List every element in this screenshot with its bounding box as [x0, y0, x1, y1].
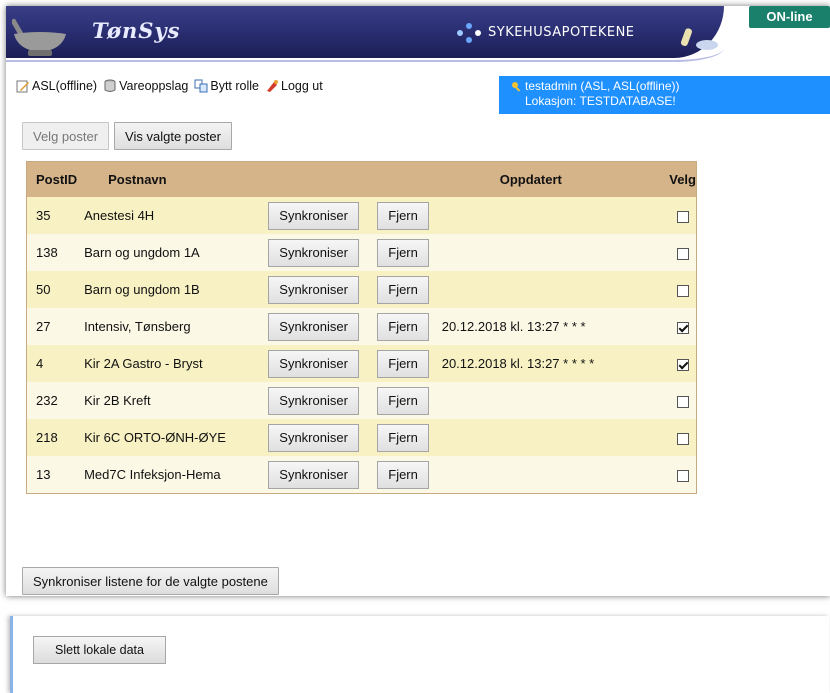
dots-logo-icon: [457, 23, 481, 43]
fjern-button[interactable]: Fjern: [377, 386, 429, 415]
updated-date: [442, 234, 670, 271]
col-velg: Velg: [669, 172, 696, 187]
menu-label: Logg ut: [281, 79, 323, 93]
post-id: 27: [36, 319, 51, 334]
key-icon: [512, 81, 521, 92]
synkroniser-button[interactable]: Synkroniser: [268, 238, 359, 267]
edit-note-icon: [16, 80, 29, 93]
synkroniser-button[interactable]: Synkroniser: [268, 312, 359, 341]
post-id: 232: [36, 393, 58, 408]
lower-panel: Slett lokale data: [10, 616, 829, 693]
col-postid: PostID: [36, 172, 78, 187]
pills-icon: [680, 28, 718, 50]
table-row: 50 Barn og ungdom 1B Synkroniser Fjern: [27, 271, 696, 308]
fjern-button[interactable]: Fjern: [377, 201, 429, 230]
synkroniser-button[interactable]: Synkroniser: [268, 275, 359, 304]
select-checkbox[interactable]: [676, 395, 689, 408]
fjern-button[interactable]: Fjern: [377, 312, 429, 341]
table-row: 218 Kir 6C ORTO-ØNH-ØYE Synkroniser Fjern: [27, 419, 696, 456]
post-id: 138: [36, 245, 58, 260]
mortar-pestle-icon: [12, 18, 66, 56]
header-banner: TønSys SYKEHUSAPOTEKENE: [6, 6, 724, 62]
database-icon: [104, 79, 116, 92]
app-logo: TønSys: [92, 18, 181, 43]
menu-label: Bytt rolle: [210, 79, 259, 93]
menu-asl-offline[interactable]: ASL(offline): [16, 79, 97, 93]
sync-selected-button[interactable]: Synkroniser listene for de valgte posten…: [22, 567, 279, 595]
post-id: 4: [36, 356, 44, 371]
synkroniser-button[interactable]: Synkroniser: [268, 201, 359, 230]
table-row: 4 Kir 2A Gastro - Bryst Synkroniser Fjern 20…: [27, 345, 696, 382]
location-line: Lokasjon: TESTDATABASE!: [525, 94, 676, 108]
table-row: 13 Med7C Infeksjon-Hema Synkroniser Fjern: [27, 456, 696, 493]
user-line: testadmin (ASL, ASL(offline)): [525, 79, 680, 93]
updated-date: [442, 271, 670, 308]
fjern-button[interactable]: Fjern: [377, 349, 429, 378]
updated-date: [442, 197, 670, 234]
fjern-button[interactable]: Fjern: [377, 460, 429, 489]
synkroniser-button[interactable]: Synkroniser: [268, 386, 359, 415]
synkroniser-button[interactable]: Synkroniser: [268, 423, 359, 452]
vis-valgte-poster-button[interactable]: Vis valgte poster: [114, 122, 232, 150]
menu-label: Vareoppslag: [119, 79, 189, 93]
menu-vareoppslag[interactable]: Vareoppslag: [103, 79, 188, 93]
menu-logg-ut[interactable]: Logg ut: [265, 79, 323, 93]
select-checkbox[interactable]: [676, 247, 689, 260]
select-checkbox[interactable]: [676, 469, 689, 482]
logout-icon: [267, 80, 278, 92]
switch-role-icon: [194, 79, 208, 93]
select-checkbox[interactable]: [676, 432, 689, 445]
post-name: Med7C Infeksjon-Hema: [84, 467, 221, 482]
delete-local-data-button[interactable]: Slett lokale data: [33, 636, 166, 664]
post-id: 50: [36, 282, 51, 297]
table-header-row: PostID Postnavn Oppdatert Velg: [27, 162, 696, 197]
updated-date: [442, 382, 670, 419]
post-name: Kir 6C ORTO-ØNH-ØYE: [84, 430, 226, 445]
updated-date: [442, 456, 670, 493]
post-id: 218: [36, 430, 58, 445]
velg-poster-button[interactable]: Velg poster: [22, 122, 110, 150]
brand-text: SYKEHUSAPOTEKENE: [488, 25, 635, 40]
updated-date: [442, 419, 670, 456]
select-checkbox[interactable]: [676, 284, 689, 297]
fjern-button[interactable]: Fjern: [377, 238, 429, 267]
fjern-button[interactable]: Fjern: [377, 423, 429, 452]
post-name: Anestesi 4H: [84, 208, 155, 223]
col-postnavn: Postnavn: [108, 172, 167, 187]
table-row: 232 Kir 2B Kreft Synkroniser Fjern: [27, 382, 696, 419]
post-name: Intensiv, Tønsberg: [84, 319, 191, 334]
updated-date: 20.12.2018 kl. 13:27 * * *: [441, 319, 586, 334]
select-checkbox[interactable]: [676, 210, 689, 223]
top-menu: ASL(offline) Vareoppslag Bytt rolle Logg…: [16, 79, 323, 93]
main-window: TønSys SYKEHUSAPOTEKENE ON-line ASL(offl…: [6, 6, 830, 596]
menu-bytt-rolle[interactable]: Bytt rolle: [194, 79, 259, 93]
menu-label: ASL(offline): [32, 79, 98, 93]
select-checkbox[interactable]: [676, 321, 689, 334]
updated-date: 20.12.2018 kl. 13:27 * * * *: [441, 356, 595, 371]
post-name: Barn og ungdom 1A: [84, 245, 200, 260]
col-oppdatert: Oppdatert: [499, 172, 562, 187]
posts-table: PostID Postnavn Oppdatert Velg 35 Anestes…: [26, 161, 697, 494]
post-name: Kir 2A Gastro - Bryst: [84, 356, 203, 371]
table-row: 138 Barn og ungdom 1A Synkroniser Fjern: [27, 234, 696, 271]
post-id: 35: [36, 208, 51, 223]
table-row: 27 Intensiv, Tønsberg Synkroniser Fjern 20.1…: [27, 308, 696, 345]
view-toggle-buttons: Velg poster Vis valgte poster: [22, 122, 232, 150]
online-status-badge: ON-line: [749, 6, 830, 28]
post-name: Kir 2B Kreft: [84, 393, 151, 408]
user-info-box: testadmin (ASL, ASL(offline)) Lokasjon: …: [499, 76, 830, 114]
synkroniser-button[interactable]: Synkroniser: [268, 460, 359, 489]
post-id: 13: [36, 467, 51, 482]
post-name: Barn og ungdom 1B: [84, 282, 200, 297]
select-checkbox[interactable]: [676, 358, 689, 371]
synkroniser-button[interactable]: Synkroniser: [268, 349, 359, 378]
table-row: 35 Anestesi 4H Synkroniser Fjern: [27, 197, 696, 234]
fjern-button[interactable]: Fjern: [377, 275, 429, 304]
